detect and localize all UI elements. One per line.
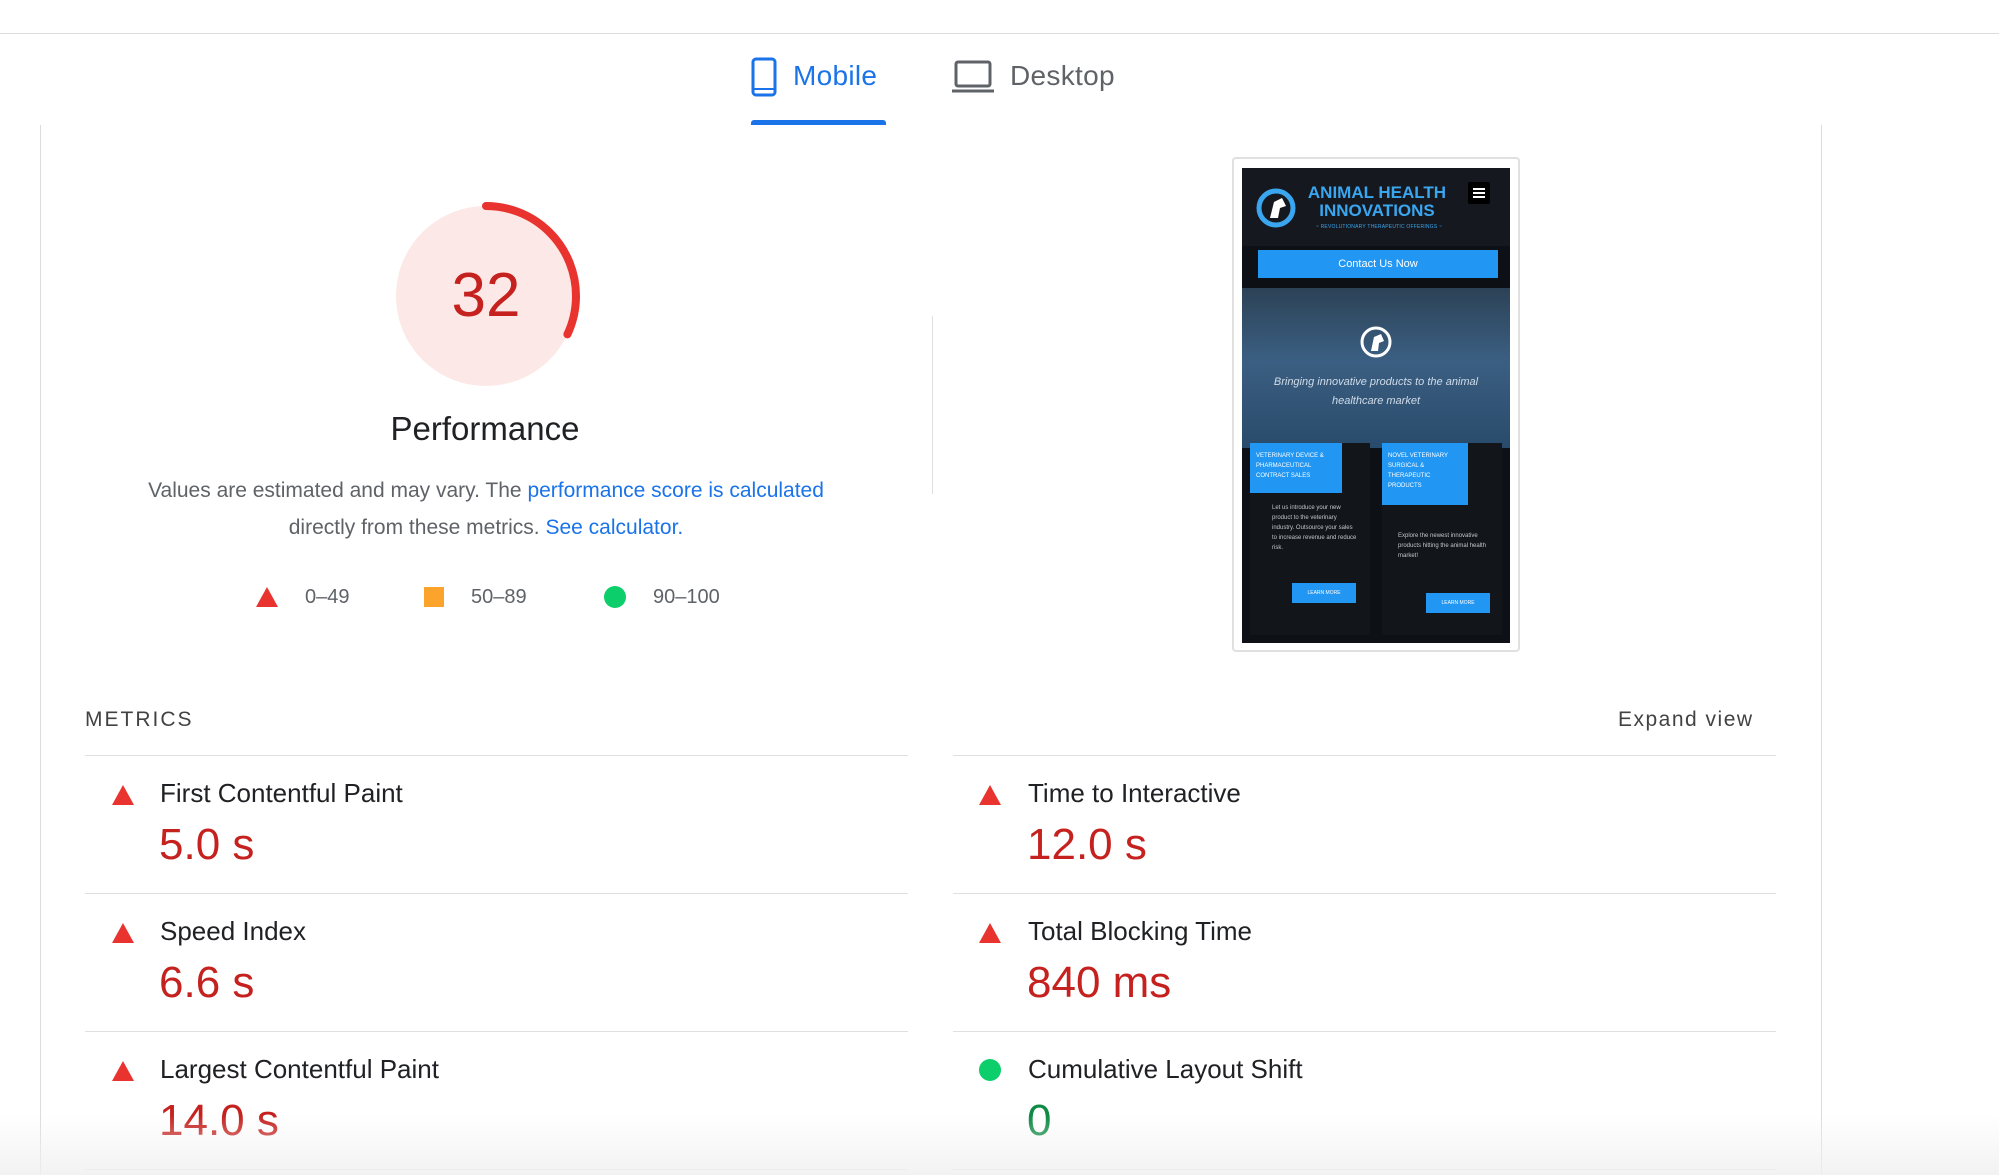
fail-triangle-icon <box>112 1061 134 1081</box>
desc-text-2: directly from these metrics. <box>288 516 546 539</box>
preview-card-contract-sales: VETERINARY DEVICE & PHARMACEUTICAL CONTR… <box>1250 443 1370 635</box>
metrics-heading: METRICS <box>85 708 194 731</box>
preview-card2-learn-more: LEARN MORE <box>1426 593 1490 613</box>
device-tabs: Mobile Desktop <box>0 33 1999 125</box>
metrics-divider <box>953 1169 1776 1170</box>
preview-card2-body: Explore the newest innovative products h… <box>1398 533 1487 559</box>
metrics-divider <box>85 755 908 756</box>
metric-value: 840 ms <box>1027 958 1172 1007</box>
metric-name: Cumulative Layout Shift <box>1028 1054 1303 1084</box>
performance-title: Performance <box>390 410 580 447</box>
section-divider <box>932 316 933 494</box>
metric-value: 6.6 s <box>159 958 255 1007</box>
tab-mobile[interactable]: Mobile <box>751 57 887 125</box>
metrics-divider <box>85 1169 908 1170</box>
metric-value: 14.0 s <box>159 1096 279 1145</box>
metrics-divider <box>953 1031 1776 1032</box>
legend-average: 50–89 <box>423 582 527 612</box>
preview-card-novel-products: NOVEL VETERINARY SURGICAL & THERAPEUTIC … <box>1382 443 1502 635</box>
top-bar <box>0 0 1999 34</box>
metric-name: Largest Contentful Paint <box>160 1054 439 1084</box>
see-calculator-link[interactable]: See calculator. <box>545 516 683 539</box>
performance-description: Values are estimated and may vary. The p… <box>100 472 872 546</box>
tab-mobile-label: Mobile <box>793 60 878 91</box>
expand-view-button[interactable]: Expand view <box>1618 708 1754 732</box>
metric-value: 12.0 s <box>1027 820 1147 869</box>
hamburger-menu-icon <box>1468 182 1490 204</box>
desc-text-1: Values are estimated and may vary. The <box>148 479 528 502</box>
triangle-icon <box>256 587 278 607</box>
preview-card1-heading: VETERINARY DEVICE & PHARMACEUTICAL CONTR… <box>1250 443 1342 493</box>
page-screenshot-preview: ANIMAL HEALTH INNOVATIONS ~ REVOLUTIONAR… <box>1232 157 1520 652</box>
performance-score: 32 <box>451 261 521 330</box>
laptop-icon <box>952 60 994 93</box>
preview-brand-line1: ANIMAL HEALTH <box>1307 183 1447 202</box>
hero-horse-icon <box>1360 326 1392 358</box>
pass-circle-icon <box>979 1059 1001 1081</box>
metric-name: Total Blocking Time <box>1028 916 1252 946</box>
preview-brand: ANIMAL HEALTH INNOVATIONS <box>1302 184 1452 220</box>
preview-brand-tagline: ~ REVOLUTIONARY THERAPEUTIC OFFERINGS ~ <box>1315 224 1443 230</box>
legend-pass: 90–100 <box>603 582 720 612</box>
preview-card1-learn-more: LEARN MORE <box>1292 583 1356 603</box>
fail-triangle-icon <box>112 923 134 943</box>
panel-border-left <box>40 125 41 1175</box>
preview-card1-body: Let us introduce your new product to the… <box>1272 505 1357 551</box>
metric-name: Speed Index <box>160 916 307 946</box>
score-calculated-link[interactable]: performance score is calculated <box>527 479 823 502</box>
fail-triangle-icon <box>979 785 1001 805</box>
preview-brand-line2: INNOVATIONS <box>1319 201 1435 220</box>
legend-fail: 0–49 <box>255 582 350 612</box>
metrics-divider <box>953 755 1776 756</box>
metric-value: 5.0 s <box>159 820 255 869</box>
fail-triangle-icon <box>112 785 134 805</box>
mobile-preview: ANIMAL HEALTH INNOVATIONS ~ REVOLUTIONAR… <box>1242 168 1510 643</box>
preview-hero-text: Bringing innovative products to the anim… <box>1273 376 1479 407</box>
tab-desktop[interactable]: Desktop <box>952 57 1132 125</box>
legend-pass-label: 90–100 <box>653 585 720 608</box>
metric-value: 0 <box>1027 1096 1052 1145</box>
metric-name: Time to Interactive <box>1028 778 1241 808</box>
fail-triangle-icon <box>979 923 1001 943</box>
preview-card2-heading: NOVEL VETERINARY SURGICAL & THERAPEUTIC … <box>1382 443 1468 505</box>
circle-icon <box>604 586 626 608</box>
metrics-divider <box>953 893 1776 894</box>
bottom-fade <box>0 1115 1999 1175</box>
square-icon <box>424 587 444 607</box>
metrics-divider <box>85 1031 908 1032</box>
preview-contact-button: Contact Us Now <box>1258 250 1498 278</box>
active-tab-indicator <box>751 120 886 125</box>
legend-fail-label: 0–49 <box>305 585 350 608</box>
phone-icon <box>751 57 777 97</box>
preview-hero-image <box>1242 288 1510 448</box>
horse-logo-icon <box>1256 188 1296 228</box>
metrics-divider <box>85 893 908 894</box>
metric-name: First Contentful Paint <box>160 778 403 808</box>
panel-border-right <box>1821 125 1822 1175</box>
tab-desktop-label: Desktop <box>1010 60 1115 91</box>
legend-average-label: 50–89 <box>471 585 527 608</box>
